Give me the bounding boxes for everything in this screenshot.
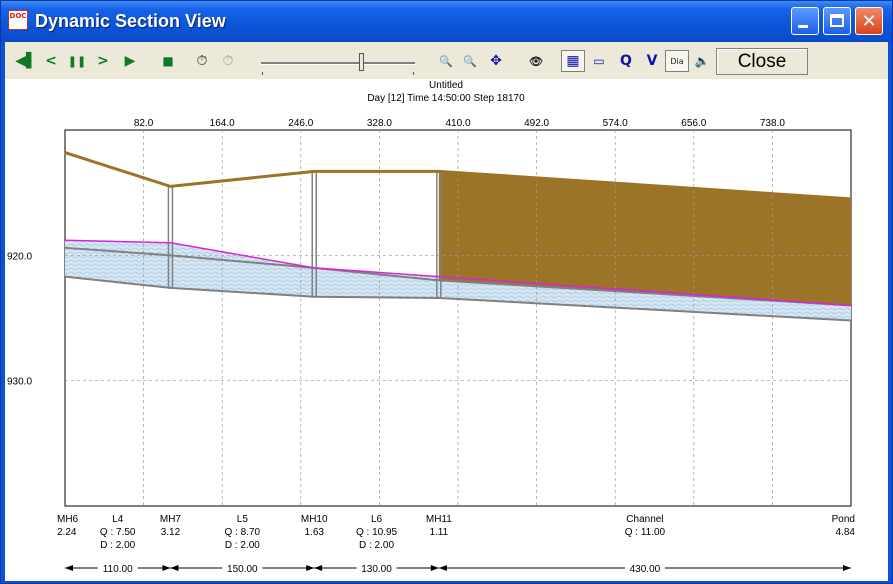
ruler-button[interactable]: ▭ xyxy=(587,50,611,72)
dimension-arrow-left xyxy=(65,565,73,571)
ruler-icon: ▭ xyxy=(593,54,605,68)
zoom-in-button[interactable]: 🔍 xyxy=(435,50,457,72)
title-bar[interactable]: DOC Dynamic Section View ✕ xyxy=(1,1,892,42)
slider-tick xyxy=(413,72,414,75)
step-forward-button[interactable]: > xyxy=(93,50,113,72)
link-flow-label: Q : 11.00 xyxy=(625,527,666,538)
zoom-out-icon: 🔍 xyxy=(463,54,477,68)
timer-button[interactable]: ⏱ xyxy=(191,50,213,72)
link-flow-label: Q : 8.70 xyxy=(225,527,261,538)
dimension-arrow-left xyxy=(170,565,179,571)
x-tick-label: 328.0 xyxy=(367,118,392,129)
step-back-icon: < xyxy=(45,53,57,69)
dimension-arrow-right xyxy=(843,565,851,571)
minimize-button[interactable] xyxy=(791,7,819,35)
node-value-label: 4.84 xyxy=(836,527,856,538)
link-length-label: 150.00 xyxy=(227,564,258,575)
window: DOC Dynamic Section View ✕ ◀▌ < ❚❚ > ▶ ■… xyxy=(0,0,893,584)
view-button[interactable]: 👁 xyxy=(525,50,547,72)
toolbar: ◀▌ < ❚❚ > ▶ ■ ⏱ ⏱ 🔍 🔍 ✥ 👁 ▦ ▭ Q V Dia 🔈 xyxy=(5,42,888,80)
node-value-label: 1.63 xyxy=(304,527,324,538)
link-flow-label: Q : 10.95 xyxy=(356,527,398,538)
client-area: ◀▌ < ❚❚ > ▶ ■ ⏱ ⏱ 🔍 🔍 ✥ 👁 ▦ ▭ Q V Dia 🔈 xyxy=(5,42,888,581)
profile-chart: 82.0 164.0 246.0 328.0 410.0 492.0 574.0 656.0 7… xyxy=(7,118,856,575)
link-diameter-label: D : 2.00 xyxy=(225,540,260,551)
maximize-button[interactable] xyxy=(823,7,851,35)
timer-icon: ⏱ xyxy=(196,53,208,69)
app-icon: DOC xyxy=(8,10,28,30)
node-value-label: 2.24 xyxy=(57,527,77,538)
dimension-arrow-right xyxy=(162,565,171,571)
y-tick-label: 920.0 xyxy=(7,251,32,262)
close-icon: ✕ xyxy=(861,10,877,32)
link-diameter-label: D : 2.00 xyxy=(100,540,135,551)
stop-icon: ■ xyxy=(162,54,174,68)
minimize-icon xyxy=(798,25,808,28)
node-name-label: Pond xyxy=(832,514,855,525)
slider-tick xyxy=(262,72,263,75)
link-name-label: L4 xyxy=(112,514,124,525)
slider-track[interactable] xyxy=(261,62,415,65)
zoom-out-button[interactable]: 🔍 xyxy=(459,50,481,72)
link-name-label: L6 xyxy=(371,514,383,525)
step-back-button[interactable]: < xyxy=(41,50,61,72)
x-tick-label: 246.0 xyxy=(288,118,313,129)
first-frame-icon: ◀▌ xyxy=(15,53,37,69)
x-tick-label: 410.0 xyxy=(445,118,470,129)
sound-button[interactable]: 🔈 xyxy=(691,50,713,72)
play-icon: ▶ xyxy=(124,53,136,69)
pause-icon: ❚❚ xyxy=(67,54,87,68)
dimension-arrow-left xyxy=(438,565,447,571)
node-name-label: MH6 xyxy=(57,514,79,525)
view-eye-icon: 👁 xyxy=(529,54,543,68)
node-name-label: MH10 xyxy=(301,514,328,525)
x-tick-label: 738.0 xyxy=(760,118,785,129)
zoom-in-icon: 🔍 xyxy=(439,54,453,68)
pause-button[interactable]: ❚❚ xyxy=(65,50,89,72)
diameter-button[interactable]: Dia xyxy=(665,50,689,72)
window-close-button[interactable]: ✕ xyxy=(855,7,883,35)
maximize-icon xyxy=(830,14,844,27)
link-name-label: Channel xyxy=(626,514,663,525)
y-tick-label: 930.0 xyxy=(7,377,32,388)
pan-button[interactable]: ✥ xyxy=(485,50,507,72)
dimension-arrow-right xyxy=(306,565,315,571)
velocity-v-icon: V xyxy=(646,53,658,69)
stop-button[interactable]: ■ xyxy=(157,50,179,72)
link-length-label: 110.00 xyxy=(103,564,133,575)
x-tick-label: 656.0 xyxy=(681,118,706,129)
node-name-label: MH7 xyxy=(160,514,182,525)
sound-icon: 🔈 xyxy=(694,54,710,68)
diameter-icon: Dia xyxy=(670,56,684,66)
velocity-v-button[interactable]: V xyxy=(641,50,663,72)
node-name-label: MH11 xyxy=(426,514,452,525)
x-tick-label: 492.0 xyxy=(524,118,549,129)
x-tick-label: 574.0 xyxy=(603,118,628,129)
x-tick-label: 164.0 xyxy=(210,118,235,129)
slider-thumb[interactable] xyxy=(359,53,364,71)
window-title: Dynamic Section View xyxy=(35,11,226,31)
timer-disabled-icon: ⏱ xyxy=(222,53,234,69)
dimension-arrow-left xyxy=(314,565,323,571)
step-forward-icon: > xyxy=(97,53,109,69)
link-name-label: L5 xyxy=(237,514,249,525)
link-flow-label: Q : 7.50 xyxy=(100,527,136,538)
link-length-label: 430.00 xyxy=(630,564,661,575)
play-button[interactable]: ▶ xyxy=(119,50,141,72)
timer-disabled-button: ⏱ xyxy=(217,50,239,72)
flow-q-icon: Q xyxy=(620,53,632,69)
link-length-label: 130.00 xyxy=(361,564,392,575)
dimension-arrow-right xyxy=(430,565,439,571)
grid-toggle-button[interactable]: ▦ xyxy=(561,50,585,72)
first-frame-button[interactable]: ◀▌ xyxy=(13,50,39,72)
pan-icon: ✥ xyxy=(490,53,502,69)
flow-q-button[interactable]: Q xyxy=(615,50,637,72)
link-diameter-label: D : 2.00 xyxy=(359,540,394,551)
node-value-label: 1.11 xyxy=(429,527,448,538)
section-plot: Untitled Day [12] Time 14:50:00 Step 181… xyxy=(5,79,888,581)
x-tick-label: 82.0 xyxy=(134,118,154,129)
grid-icon: ▦ xyxy=(566,53,580,69)
node-value-label: 3.12 xyxy=(161,527,181,538)
close-button[interactable]: Close xyxy=(716,48,808,75)
